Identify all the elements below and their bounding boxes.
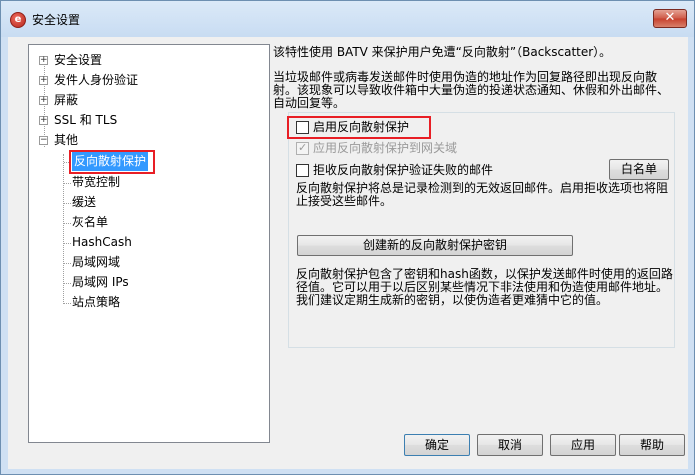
apply-button[interactable]: 应用 bbox=[550, 434, 616, 456]
tree-item-label: HashCash bbox=[72, 235, 132, 249]
navigation-tree: + 安全设置 + 发件人身份验证 + 屏蔽 + SSL 和 TLS − 其他 反… bbox=[28, 44, 270, 443]
tree-line bbox=[64, 223, 71, 224]
reject-failed-checkbox[interactable] bbox=[296, 164, 309, 177]
expand-icon[interactable]: + bbox=[39, 116, 48, 125]
tree-line bbox=[64, 303, 71, 304]
tree-item-label: 其他 bbox=[54, 133, 79, 147]
tree-line bbox=[64, 283, 71, 284]
intro-text: 该特性使用 BATV 来保护用户免遭“反向散射”（Backscatter）。 bbox=[273, 45, 612, 59]
create-key-button[interactable]: 创建新的反向散射保护密钥 bbox=[297, 235, 573, 256]
tree-item-label: 站点策略 bbox=[72, 295, 121, 309]
tree-item-label: 灰名单 bbox=[72, 215, 109, 229]
tree-item-label: 安全设置 bbox=[54, 53, 103, 67]
tree-line bbox=[64, 263, 71, 264]
tree-item-label: 带宽控制 bbox=[72, 175, 121, 189]
apply-gateway-label[interactable]: 应用反向散射保护到网关域 bbox=[313, 142, 457, 155]
expand-icon[interactable]: + bbox=[39, 96, 48, 105]
tree-item-label: SSL 和 TLS bbox=[54, 113, 118, 127]
highlight-box-tree bbox=[69, 150, 155, 174]
whitelist-button[interactable]: 白名单 bbox=[609, 159, 669, 180]
mdaemon-icon: e bbox=[10, 12, 26, 28]
check-icon: ✓ bbox=[298, 141, 308, 154]
collapse-icon[interactable]: − bbox=[39, 136, 48, 145]
tree-item-label: 发件人身份验证 bbox=[54, 73, 139, 87]
cancel-button[interactable]: 取消 bbox=[477, 434, 543, 456]
expand-icon[interactable]: + bbox=[39, 56, 48, 65]
tree-item-label: 屏蔽 bbox=[54, 93, 79, 107]
tree-item-label: 缓送 bbox=[72, 195, 97, 209]
tree-item-label: 局域网域 bbox=[72, 255, 121, 269]
dialog-body: + 安全设置 + 发件人身份验证 + 屏蔽 + SSL 和 TLS − 其他 反… bbox=[8, 37, 688, 469]
window-title: 安全设置 bbox=[32, 13, 81, 27]
tree-line bbox=[64, 203, 71, 204]
expand-icon[interactable]: + bbox=[39, 76, 48, 85]
key-note-line-3: 我们建议定期生成新的密钥，以使伪造者更难猜中它的值。 bbox=[296, 293, 609, 307]
help-button[interactable]: 帮助 bbox=[619, 434, 685, 456]
reject-note-line-2: 止接受这些邮件。 bbox=[296, 194, 393, 208]
description-line-3: 自动回复等。 bbox=[273, 96, 346, 110]
tree-line bbox=[64, 243, 71, 244]
reject-failed-label[interactable]: 拒收反向散射保护验证失败的邮件 bbox=[313, 164, 493, 177]
apply-gateway-checkbox[interactable]: ✓ bbox=[296, 141, 309, 155]
tree-item-label: 局域网 IPs bbox=[72, 275, 129, 289]
title-bar[interactable]: e 安全设置 ✕ bbox=[1, 1, 694, 37]
close-button[interactable]: ✕ bbox=[653, 9, 687, 28]
backscatter-panel: 该特性使用 BATV 来保护用户免遭“反向散射”（Backscatter）。 当… bbox=[273, 37, 688, 437]
highlight-box-enable bbox=[287, 116, 431, 139]
tree-line-child-vertical bbox=[63, 154, 64, 304]
tree-line bbox=[64, 183, 71, 184]
ok-button[interactable]: 确定 bbox=[404, 434, 470, 456]
dialog-window: e 安全设置 ✕ + 安全设置 + 发件人身份验证 + 屏蔽 + SSL 和 T… bbox=[0, 0, 695, 475]
